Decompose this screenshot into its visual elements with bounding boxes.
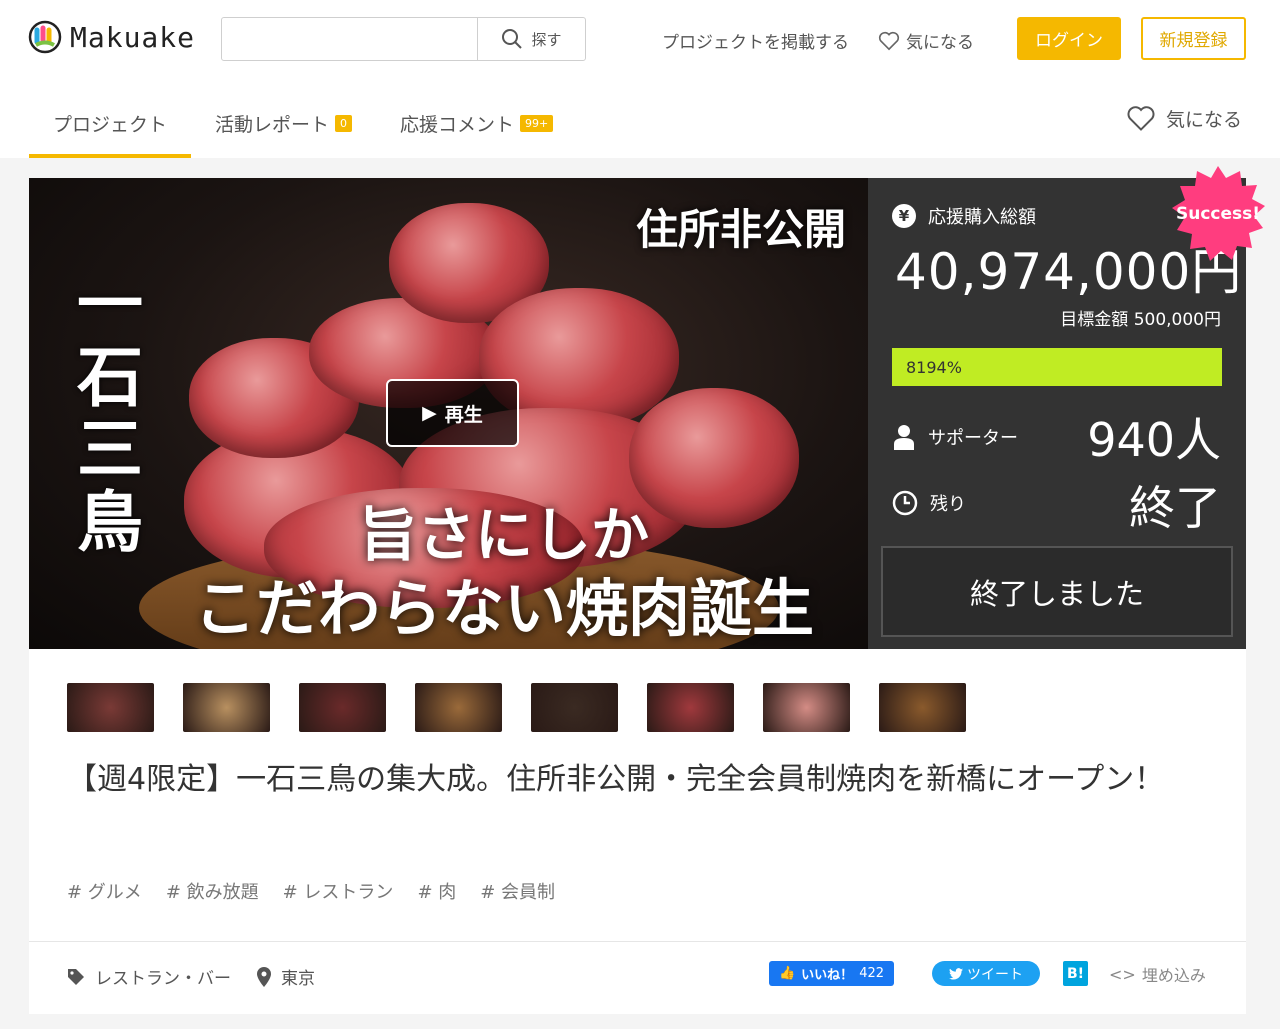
- play-icon: ▶: [422, 402, 437, 424]
- tweet-label: ツイート: [967, 966, 1023, 983]
- favorite-link[interactable]: 気になる: [878, 28, 974, 53]
- activity-report-count-badge: 0: [335, 114, 353, 132]
- divider: [29, 941, 1246, 942]
- project-title: 【週4限定】一石三鳥の集大成。住所非公開・完全会員制焼肉を新橋にオープン！: [67, 762, 1165, 797]
- site-header: Makuake 探す プロジェクトを掲載する 気になる ログイン 新規登録 プロ…: [0, 0, 1280, 158]
- post-project-link[interactable]: プロジェクトを掲載する: [662, 28, 849, 53]
- tab-support-comments[interactable]: 応援コメント 99+: [376, 88, 577, 158]
- remaining-label: 残り: [930, 494, 966, 515]
- person-icon: [894, 425, 914, 450]
- search-icon: [502, 29, 523, 49]
- hero-vertical-text: 一石三鳥: [77, 265, 143, 561]
- search-box: 探す: [221, 17, 586, 61]
- hero-catchcopy-line2: こだわらない焼肉誕生: [194, 572, 815, 645]
- register-button[interactable]: 新規登録: [1141, 17, 1246, 60]
- location-link[interactable]: 東京: [257, 964, 315, 989]
- supporters-label-row: サポーター: [892, 424, 1018, 450]
- tab-project-label: プロジェクト: [53, 113, 168, 136]
- hero-video[interactable]: 住所非公開 一石三鳥 旨さにしか こだわらない焼肉誕生 ▶ 再生: [29, 178, 868, 649]
- search-button-label: 探す: [531, 30, 562, 49]
- play-button[interactable]: ▶ 再生: [386, 379, 519, 447]
- tab-activity-report[interactable]: 活動レポート 0: [191, 88, 376, 158]
- play-label: 再生: [444, 403, 483, 426]
- total-label: 応援購入総額: [928, 207, 1036, 228]
- tag-list: # グルメ # 飲み放題 # レストラン # 肉 # 会員制: [67, 878, 555, 904]
- search-input[interactable]: [222, 18, 477, 60]
- search-button[interactable]: 探す: [477, 18, 585, 60]
- thumbs-up-icon: 👍: [778, 966, 796, 981]
- clock-icon: [892, 490, 918, 516]
- makuake-logo-icon: [28, 20, 62, 54]
- logo-text: Makuake: [70, 20, 196, 54]
- login-button[interactable]: ログイン: [1017, 17, 1121, 60]
- category-link[interactable]: レストラン・バー: [67, 964, 231, 989]
- tag-link[interactable]: # 飲み放題: [166, 878, 259, 904]
- code-icon: <>: [1109, 964, 1136, 984]
- remaining-value: 終了: [1129, 481, 1221, 535]
- location-pin-icon: [257, 966, 271, 987]
- remaining-label-row: 残り: [892, 490, 966, 516]
- heart-icon: [1127, 106, 1155, 131]
- heart-icon: [878, 31, 900, 50]
- tag-link[interactable]: # 肉: [417, 878, 456, 904]
- success-badge: Success!: [1168, 164, 1268, 264]
- progress-bar: 8194%: [892, 348, 1222, 386]
- thumb-steak-plate[interactable]: [299, 683, 386, 732]
- tab-activity-report-label: 活動レポート: [215, 113, 330, 136]
- progress-percent: 8194%: [906, 357, 962, 377]
- post-project-label: プロジェクトを掲載する: [662, 33, 849, 53]
- tag-link[interactable]: # レストラン: [283, 878, 394, 904]
- project-tabs: プロジェクト 活動レポート 0 応援コメント 99+: [29, 88, 577, 158]
- hatena-bookmark-button[interactable]: B!: [1063, 961, 1088, 986]
- tab-project[interactable]: プロジェクト: [29, 88, 192, 158]
- meat-block: [629, 388, 799, 528]
- supporters-count: 940人: [1087, 413, 1221, 467]
- tweet-button[interactable]: ツイート: [932, 961, 1040, 986]
- gallery-thumbnails: [67, 683, 966, 732]
- makuake-logo[interactable]: Makuake: [28, 20, 195, 54]
- fb-like-label: いいね！: [801, 968, 854, 983]
- thumb-main-visual[interactable]: [67, 683, 154, 732]
- project-card: 住所非公開 一石三鳥 旨さにしか こだわらない焼肉誕生 ▶ 再生 ¥ 応援購入総…: [29, 166, 1265, 1014]
- thumb-garlic-rice[interactable]: [183, 683, 270, 732]
- ended-button[interactable]: 終了しました: [881, 546, 1233, 637]
- thumb-chef[interactable]: [531, 683, 618, 732]
- thumb-egg-bowl[interactable]: [879, 683, 966, 732]
- hero-top-text: 住所非公開: [635, 205, 846, 254]
- success-badge-text: Success!: [1175, 204, 1261, 224]
- embed-button[interactable]: <> 埋め込み: [1109, 962, 1206, 986]
- category-label: レストラン・バー: [95, 969, 231, 989]
- goal-amount: 目標金額 500,000円: [1060, 310, 1221, 330]
- embed-label: 埋め込み: [1141, 966, 1206, 985]
- supporters-label: サポーター: [928, 428, 1018, 449]
- twitter-bird-icon: [949, 967, 963, 980]
- yen-icon: ¥: [892, 204, 916, 228]
- tag-link[interactable]: # グルメ: [67, 878, 142, 904]
- tab-support-comments-label: 応援コメント: [400, 113, 515, 136]
- favorite-button-secondary[interactable]: 気になる: [1126, 105, 1242, 132]
- total-label-row: ¥ 応援購入総額: [892, 203, 1036, 229]
- thumb-sliced-beef[interactable]: [647, 683, 734, 732]
- tag-link[interactable]: # 会員制: [480, 878, 555, 904]
- facebook-like-button[interactable]: 👍 いいね！ 422: [769, 961, 894, 986]
- thumb-tongue[interactable]: [763, 683, 850, 732]
- favorite-secondary-label: 気になる: [1166, 109, 1243, 131]
- thumb-salad-meat[interactable]: [415, 683, 502, 732]
- fb-like-count: 422: [859, 966, 885, 981]
- location-label: 東京: [281, 969, 315, 989]
- tag-icon: [68, 968, 84, 985]
- favorite-label: 気になる: [906, 33, 974, 53]
- support-comments-count-badge: 99+: [520, 114, 554, 132]
